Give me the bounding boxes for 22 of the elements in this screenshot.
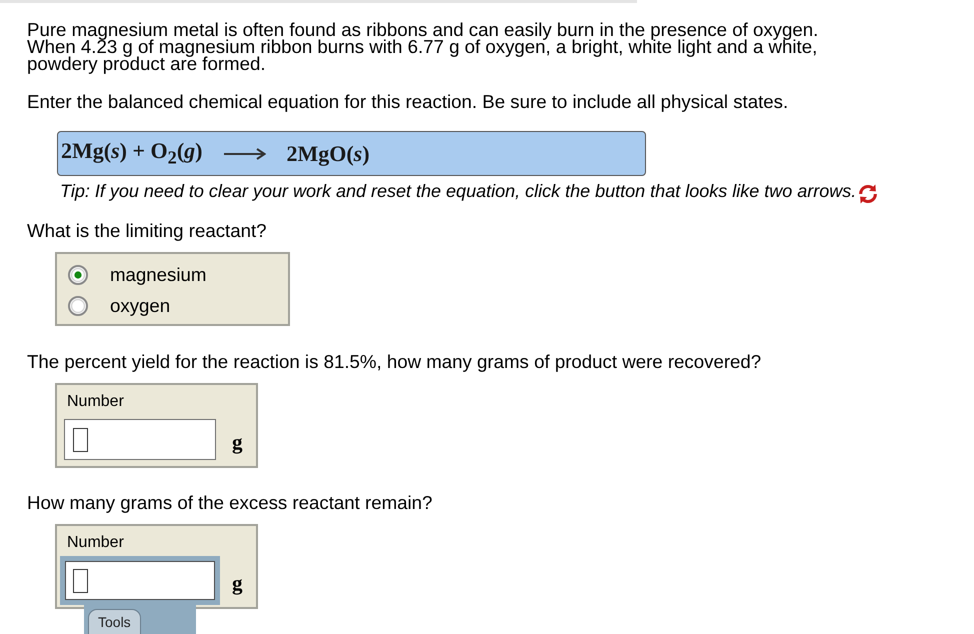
number-input[interactable] [64,419,216,460]
unit-label: g [232,429,242,455]
number-input[interactable] [60,556,220,605]
refresh-icon [858,184,878,204]
tip-text: Tip: If you need to clear your work and reset the equation, click the button that looks like two arrows. [60,182,856,201]
option-label[interactable]: oxygen [110,294,170,316]
unit-label: g [232,570,242,596]
arrow-icon [224,148,266,160]
question-text: What is the limiting reactant? [27,221,268,240]
option-label[interactable]: magnesium [110,264,206,286]
empty-slot-icon [73,428,88,452]
radio-button[interactable] [68,296,88,316]
question-text: The percent yield for the reaction is 81.5%, how many grams of product were recovered? [27,352,762,371]
question-text: Enter the balanced chemical equation for this reaction. Be sure to include all physical states. [27,92,790,111]
empty-slot-icon [73,569,88,593]
tools-tab[interactable]: Tools [88,609,141,634]
problem-text: Pure magnesium metal is often found as ribbons and can easily burn in the presence of oxygen. When 4.23 g of magnesium ribbon burns with 6.77 g of oxygen, a bright, white light and a white, powdery product are formed. [27,21,820,72]
equation-field[interactable]: 2Mg(s) + O$_{2}$(g) 2MgO(s) [57,131,646,176]
field-label: Number [66,534,125,552]
field-label: Number [66,393,125,411]
question-text: How many grams of the excess reactant remain? [27,493,434,512]
radio-button[interactable] [68,264,88,284]
